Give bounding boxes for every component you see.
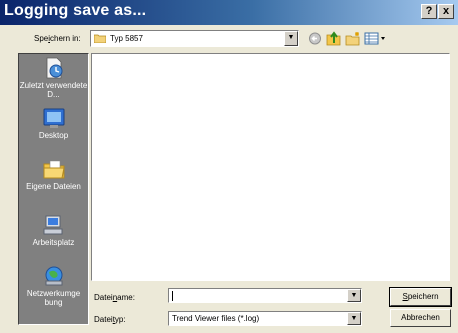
network-places-icon <box>45 266 62 286</box>
filetype-value: Trend Viewer files (*.log) <box>172 314 260 323</box>
save-in-value: Typ 5857 <box>110 34 143 43</box>
recent-documents-icon <box>46 57 62 79</box>
back-arrow-icon[interactable] <box>307 31 323 46</box>
filename-dropdown-button[interactable]: ▼ <box>347 289 361 302</box>
place-my-computer-label: Arbeitsplatz <box>32 238 75 247</box>
place-my-documents[interactable]: Eigene Dateien <box>19 158 88 191</box>
new-folder-icon[interactable] <box>345 31 361 46</box>
place-network-label: Netzwerkumge bung <box>26 289 81 307</box>
desktop-icon <box>43 108 64 128</box>
help-button[interactable]: ? <box>421 4 437 19</box>
places-bar: Zuletzt verwendete D... Desktop Eigene D… <box>18 53 89 325</box>
dialog-title: Logging save as... <box>4 2 147 19</box>
save-in-label: Speichern in: <box>34 34 81 43</box>
place-desktop-label: Desktop <box>38 131 69 140</box>
place-recent[interactable]: Zuletzt verwendete D... <box>19 57 88 99</box>
file-list[interactable] <box>91 53 450 281</box>
place-my-computer[interactable]: Arbeitsplatz <box>19 214 88 247</box>
filename-label: Dateiname: <box>94 293 135 302</box>
place-my-documents-label: Eigene Dateien <box>26 182 81 191</box>
filename-input[interactable]: ▼ <box>168 288 362 303</box>
folder-icon <box>94 34 106 43</box>
place-desktop[interactable]: Desktop <box>19 107 88 140</box>
view-menu-icon[interactable] <box>364 31 388 46</box>
save-in-dropdown[interactable]: Typ 5857 ▼ <box>90 30 299 47</box>
cancel-button[interactable]: Abbrechen <box>390 309 451 327</box>
place-recent-label: Zuletzt verwendete D... <box>19 81 88 99</box>
close-button[interactable]: x <box>438 4 454 19</box>
my-computer-icon <box>43 215 62 235</box>
save-in-dropdown-button[interactable]: ▼ <box>284 31 298 46</box>
place-network[interactable]: Netzwerkumge bung <box>19 265 88 307</box>
my-documents-icon <box>43 160 65 179</box>
filetype-select[interactable]: Trend Viewer files (*.log) ▼ <box>168 311 362 326</box>
folder-up-icon[interactable] <box>326 31 342 46</box>
save-button[interactable]: Speichern <box>389 287 452 307</box>
text-caret <box>172 291 173 301</box>
filetype-label: Dateityp: <box>94 315 126 324</box>
title-bar[interactable]: Logging save as... ? x <box>0 0 458 25</box>
save-dialog: Logging save as... ? x Speichern in: Typ… <box>0 0 458 333</box>
filetype-dropdown-button[interactable]: ▼ <box>347 312 361 325</box>
